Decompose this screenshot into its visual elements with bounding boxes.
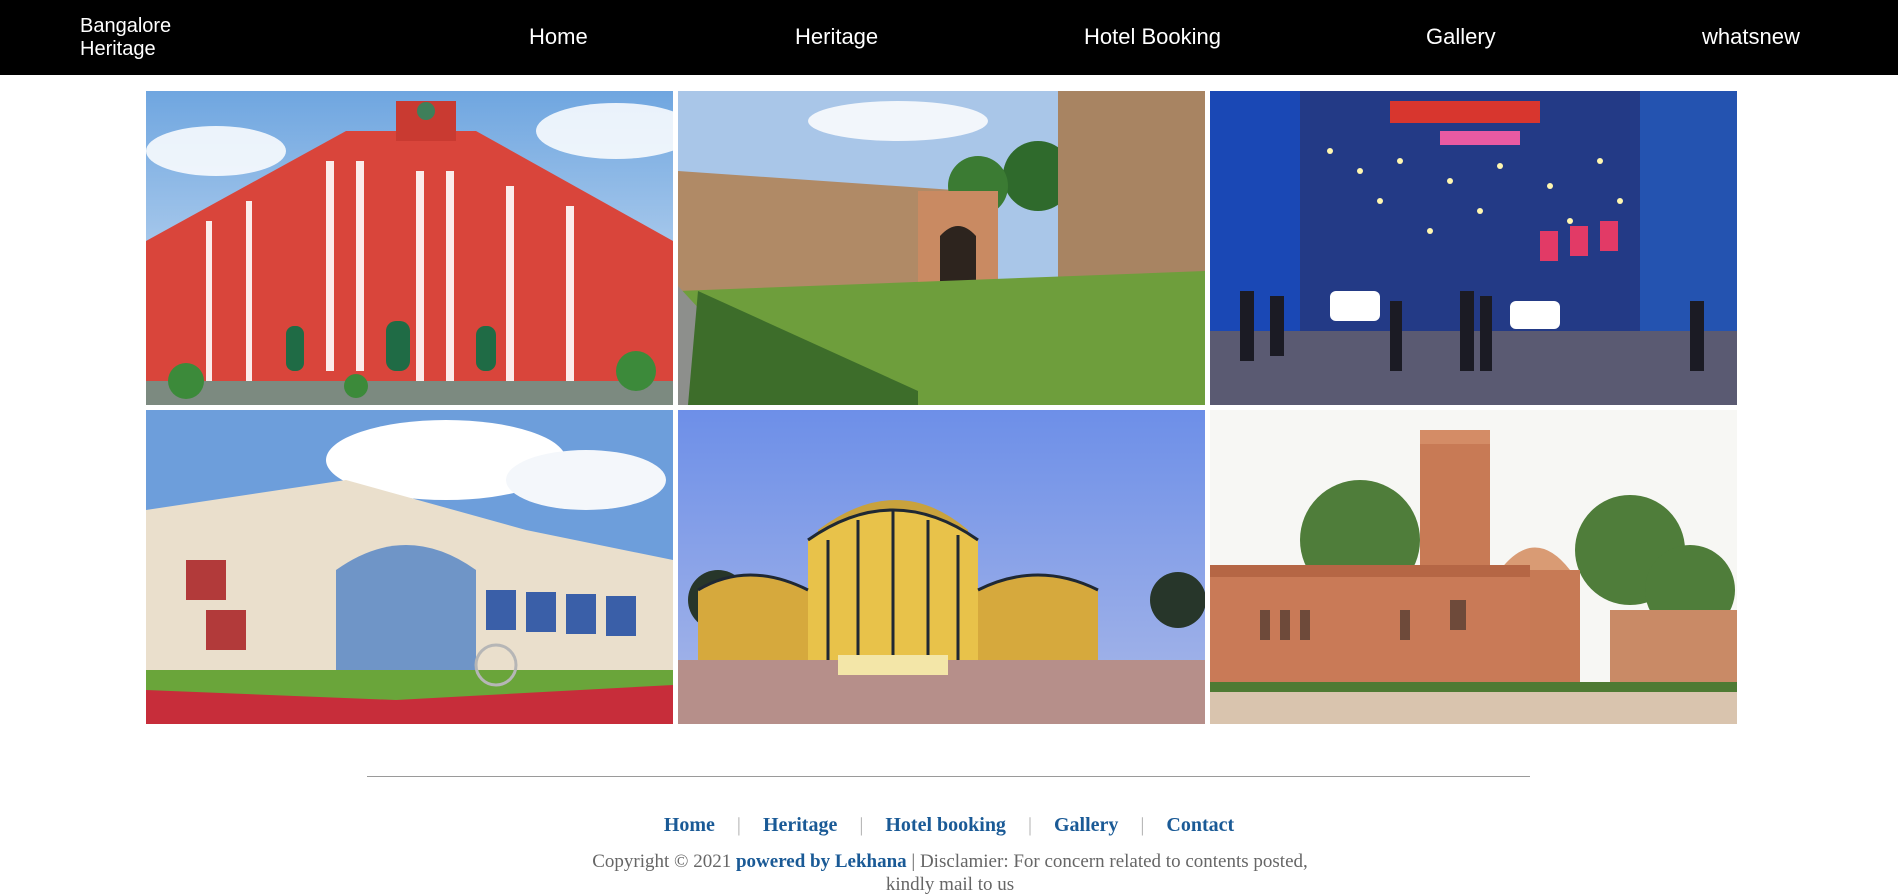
nav-hotel-booking-link[interactable]: Hotel Booking (1084, 24, 1221, 50)
gallery-image-red-building[interactable] (146, 91, 673, 405)
footer-separator: | (859, 814, 864, 836)
footer-hotel-booking-link[interactable]: Hotel booking (885, 814, 1006, 836)
site-brand[interactable]: Bangalore Heritage (80, 15, 171, 61)
copyright-text: Copyright © 2021 powered by Lekhana | Di… (590, 850, 1310, 896)
powered-by-link[interactable]: powered by Lekhana (736, 851, 907, 872)
nav-heritage-link[interactable]: Heritage (795, 24, 878, 50)
gallery-image-street-lights[interactable] (1210, 91, 1737, 405)
gallery-image-ornate-arch[interactable] (146, 410, 673, 724)
footer-nav: Home | Heritage | Hotel booking | Gallery | Cont… (0, 814, 1898, 837)
footer-separator: | (1140, 814, 1145, 836)
footer-gallery-link[interactable]: Gallery (1054, 814, 1118, 836)
disclaimer-text: | Disclamier: For concern related to con… (885, 851, 1308, 895)
gallery-image-fort-gate[interactable] (678, 91, 1205, 405)
footer-contact-link[interactable]: Contact (1166, 814, 1234, 836)
brand-line-1: Bangalore (80, 15, 172, 37)
nav-gallery-link[interactable]: Gallery (1426, 24, 1496, 50)
footer-separator: | (736, 814, 741, 836)
brand-line-2: Heritage (80, 38, 156, 60)
copyright-prefix: Copyright © 2021 (592, 851, 732, 872)
footer-divider (367, 776, 1530, 777)
footer-separator: | (1027, 814, 1032, 836)
gallery-image-stone-observatory[interactable] (1210, 410, 1737, 724)
gallery-image-glass-house[interactable] (678, 410, 1205, 724)
footer-home-link[interactable]: Home (664, 814, 715, 836)
top-navbar: Bangalore Heritage Home Heritage Hotel B… (0, 0, 1898, 75)
nav-home-link[interactable]: Home (529, 24, 588, 50)
nav-whatsnew-link[interactable]: whatsnew (1702, 24, 1800, 50)
footer-heritage-link[interactable]: Heritage (763, 814, 837, 836)
